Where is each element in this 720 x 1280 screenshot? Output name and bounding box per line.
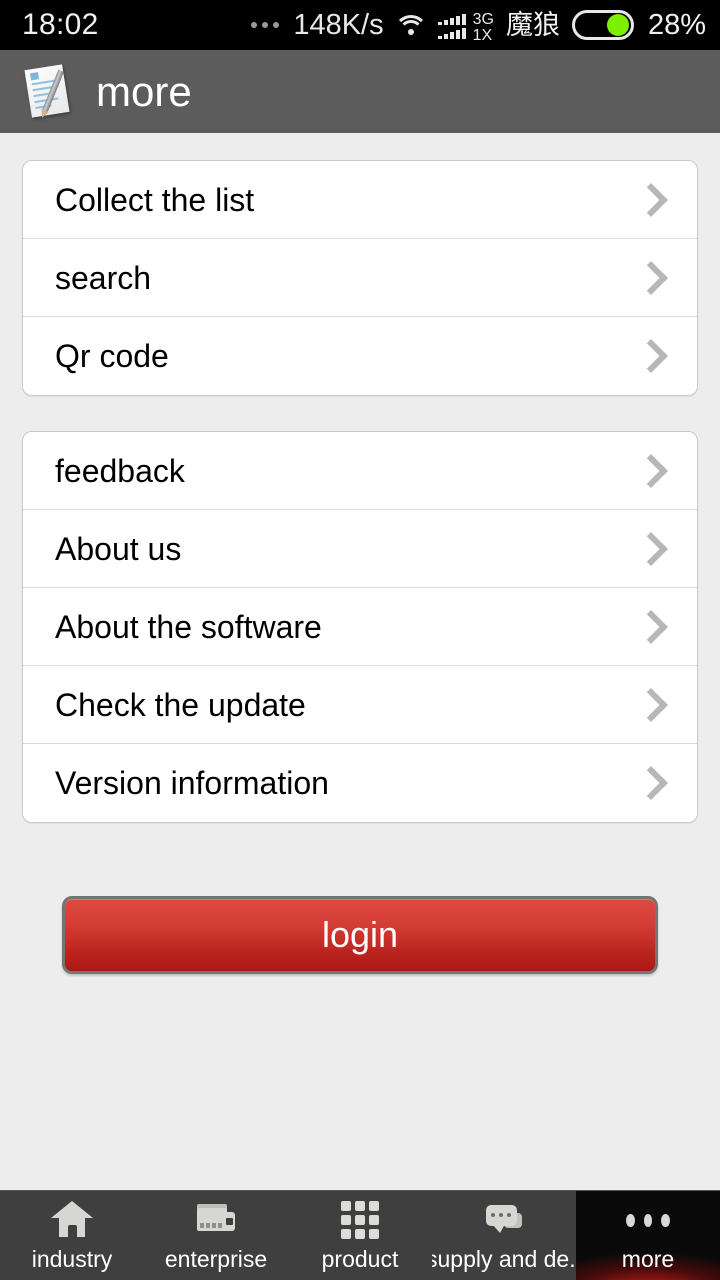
page-title: more: [96, 67, 192, 115]
battery-percent-label: 28%: [647, 8, 706, 41]
nav-tab-more[interactable]: more: [576, 1191, 720, 1280]
chevron-right-icon: [634, 182, 668, 217]
status-clock: 18:02: [22, 8, 99, 41]
settings-group-2: feedback About us About the software Che…: [22, 431, 698, 823]
list-item-label: search: [55, 259, 152, 296]
grid-icon: [338, 1200, 382, 1240]
network-type-bottom: 1X: [472, 27, 493, 45]
list-item-about-the-software[interactable]: About the software: [23, 588, 697, 666]
chevron-right-icon: [634, 766, 668, 800]
nav-tab-product[interactable]: product: [288, 1191, 432, 1280]
chat-bubbles-icon: [482, 1200, 526, 1240]
login-button[interactable]: login: [62, 896, 658, 974]
chevron-right-icon: [634, 609, 668, 644]
chevron-right-icon: [634, 339, 668, 373]
list-item-label: feedback: [55, 452, 185, 489]
status-bar-right-group: 148K/s 3G 1X 魔狼 28%: [251, 8, 706, 44]
status-overflow-dots-icon: [251, 22, 280, 28]
status-carrier-name: 魔狼: [505, 9, 560, 40]
ellipsis-icon: [626, 1200, 671, 1240]
list-item-qr-code[interactable]: Qr code: [23, 317, 697, 395]
nav-tab-enterprise[interactable]: enterprise: [144, 1191, 288, 1280]
chevron-right-icon: [634, 453, 668, 488]
list-item-label: About the software: [55, 608, 322, 645]
nav-tab-industry[interactable]: industry: [0, 1191, 144, 1280]
chevron-right-icon: [634, 260, 668, 295]
list-item-label: Collect the list: [55, 181, 255, 218]
nav-tab-label: enterprise: [164, 1246, 268, 1272]
nav-tab-label: industry: [31, 1246, 113, 1272]
chevron-right-icon: [634, 687, 668, 722]
content-area: Collect the list search Qr code feedback…: [0, 133, 720, 1190]
list-item-search[interactable]: search: [23, 239, 697, 317]
status-bar: 18:02 148K/s 3G 1X 魔狼 28%: [0, 0, 720, 50]
list-item-feedback[interactable]: feedback: [23, 432, 697, 510]
factory-icon: [194, 1200, 238, 1240]
list-item-collect-the-list[interactable]: Collect the list: [23, 161, 697, 239]
signal-bars-icon: 3G 1X: [437, 10, 494, 44]
list-item-label: Check the update: [55, 686, 306, 723]
chevron-right-icon: [634, 531, 668, 566]
document-pencil-icon: [22, 63, 78, 121]
battery-icon: [571, 10, 634, 40]
nav-tab-supply-and-demand[interactable]: supply and de..: [432, 1191, 576, 1280]
nav-tab-label: product: [321, 1246, 399, 1272]
home-icon: [50, 1200, 94, 1240]
list-item-about-us[interactable]: About us: [23, 510, 697, 588]
status-network-speed: 148K/s: [293, 8, 384, 41]
list-item-label: Qr code: [55, 338, 169, 374]
network-type-top: 3G: [472, 10, 494, 28]
bottom-navigation-bar: industry enterprise product supply and d…: [0, 1190, 720, 1280]
list-item-label: Version information: [55, 765, 329, 801]
list-item-label: About us: [55, 530, 182, 567]
nav-tab-label: more: [621, 1246, 675, 1272]
app-screen: 18:02 148K/s 3G 1X 魔狼 28% more Collect t…: [0, 0, 720, 1280]
login-button-container: login: [22, 896, 698, 974]
nav-tab-label: supply and de..: [432, 1246, 576, 1272]
settings-group-1: Collect the list search Qr code: [22, 160, 698, 396]
list-item-check-the-update[interactable]: Check the update: [23, 666, 697, 744]
title-bar: more: [0, 50, 720, 133]
wifi-icon: [393, 13, 428, 37]
list-item-version-information[interactable]: Version information: [23, 744, 697, 822]
